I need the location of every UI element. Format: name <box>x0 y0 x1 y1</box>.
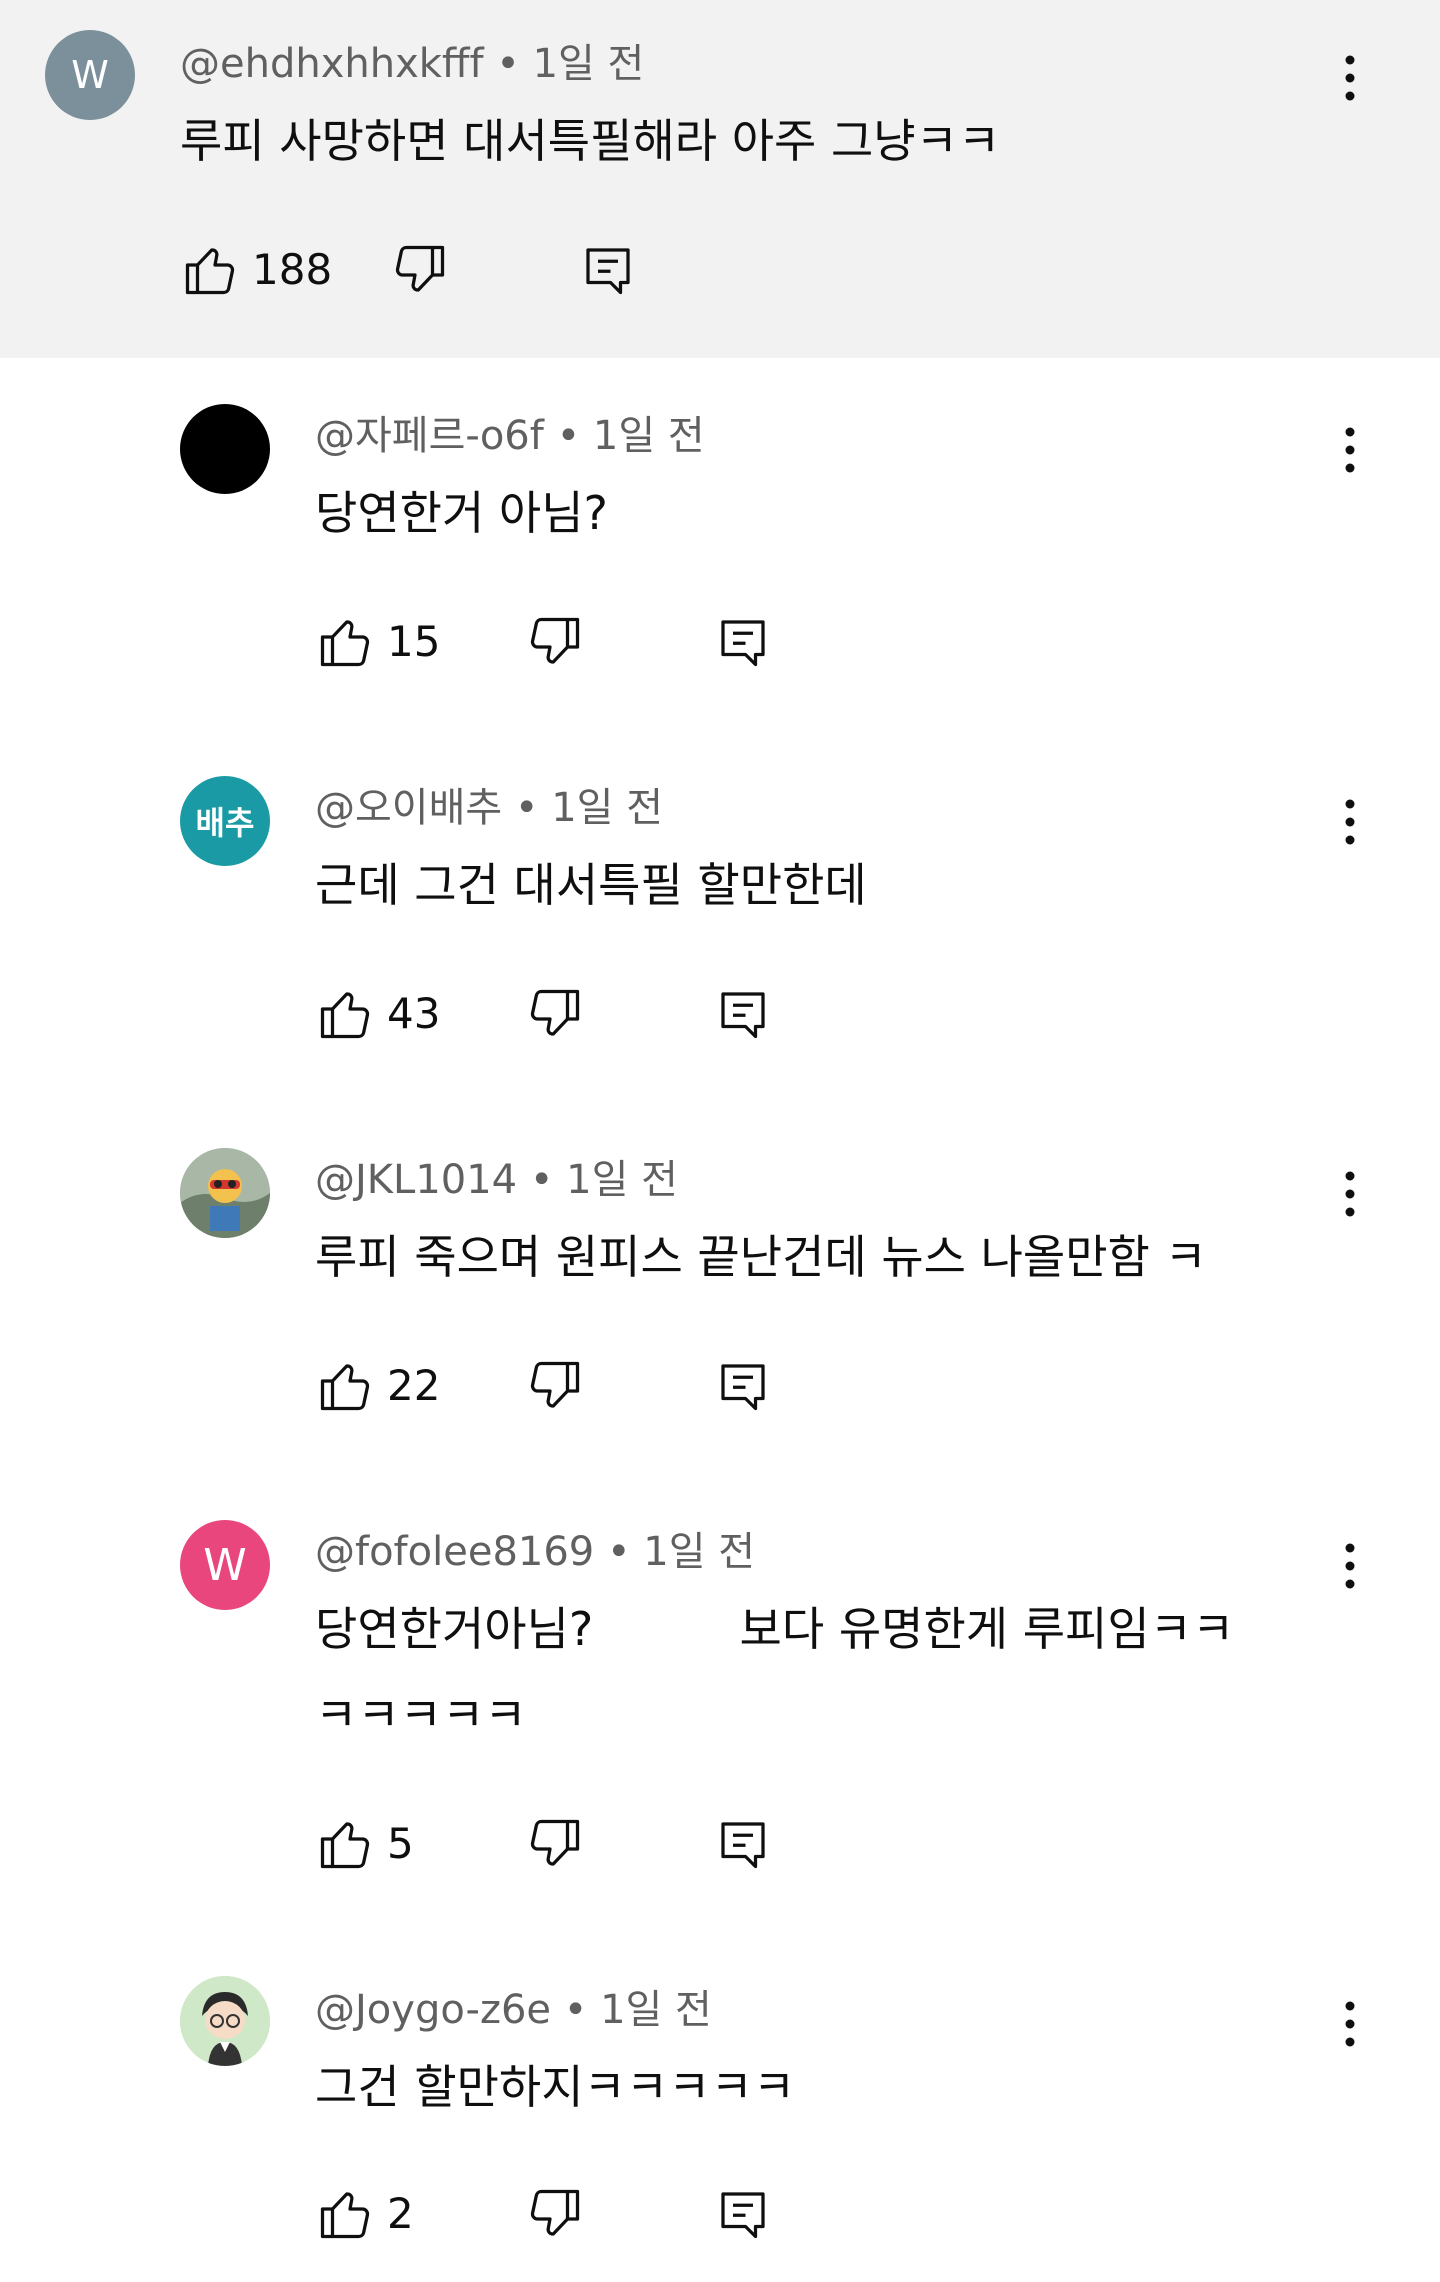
comment-time[interactable]: 1일 전 <box>593 413 705 459</box>
comment-text: 당연한거 아님? <box>315 486 608 540</box>
avatar[interactable] <box>180 1148 270 1238</box>
comment-handle[interactable]: @fofolee8169 <box>315 1529 594 1575</box>
avatar[interactable] <box>180 404 270 494</box>
like-count: 188 <box>252 245 333 294</box>
meta-separator: • <box>529 1157 554 1203</box>
like-count: 15 <box>387 617 441 666</box>
dislike-icon[interactable] <box>525 1814 585 1874</box>
like-icon[interactable] <box>180 240 240 300</box>
like-icon[interactable] <box>315 612 375 672</box>
reply-icon[interactable] <box>713 612 773 672</box>
character-avatar-icon <box>180 1976 270 2066</box>
like-count: 2 <box>387 2189 414 2238</box>
like-icon[interactable] <box>315 984 375 1044</box>
dislike-icon[interactable] <box>525 2184 585 2244</box>
character-avatar-icon <box>180 1148 270 1238</box>
avatar-text: 배추 <box>195 804 255 842</box>
comment-handle[interactable]: @오이배추 <box>315 785 502 831</box>
like-icon[interactable] <box>315 2184 375 2244</box>
avatar-letter: W <box>203 1539 247 1591</box>
like-count: 22 <box>387 1361 441 1410</box>
comment-time[interactable]: 1일 전 <box>600 1987 712 2033</box>
comment-time[interactable]: 1일 전 <box>533 41 645 87</box>
comment-time[interactable]: 1일 전 <box>643 1529 755 1575</box>
comment-meta: @자페르-o6f • 1일 전 <box>315 412 705 460</box>
meta-separator: • <box>563 1987 588 2033</box>
dislike-icon[interactable] <box>390 240 450 300</box>
dislike-icon[interactable] <box>525 984 585 1044</box>
meta-separator: • <box>514 785 539 831</box>
more-options-icon[interactable] <box>1328 792 1372 852</box>
reply-icon[interactable] <box>713 984 773 1044</box>
comment-handle[interactable]: @JKL1014 <box>315 1157 517 1203</box>
reply-icon[interactable] <box>713 1814 773 1874</box>
meta-separator: • <box>496 41 520 87</box>
like-icon[interactable] <box>315 1356 375 1416</box>
like-count: 5 <box>387 1819 414 1868</box>
comment-meta: @오이배추 • 1일 전 <box>315 784 663 832</box>
avatar[interactable] <box>180 1976 270 2066</box>
like-icon[interactable] <box>315 1814 375 1874</box>
comment-meta: @Joygo-z6e • 1일 전 <box>315 1986 712 2034</box>
comment-text: 그건 할만하지ㅋㅋㅋㅋㅋ <box>315 2060 796 2114</box>
reply-icon[interactable] <box>713 2184 773 2244</box>
comment-meta: @fofolee8169 • 1일 전 <box>315 1528 755 1576</box>
more-options-icon[interactable] <box>1328 1994 1372 2054</box>
comment-meta: @ehdhxhhxkfff • 1일 전 <box>180 40 644 88</box>
comment-handle[interactable]: @자페르-o6f <box>315 413 544 459</box>
dislike-icon[interactable] <box>525 612 585 672</box>
avatar[interactable]: W <box>45 30 135 120</box>
like-count: 43 <box>387 989 441 1038</box>
meta-separator: • <box>606 1529 631 1575</box>
comment-time[interactable]: 1일 전 <box>566 1157 678 1203</box>
comment-handle[interactable]: @Joygo-z6e <box>315 1987 551 2033</box>
more-options-icon[interactable] <box>1328 48 1372 108</box>
comment-handle[interactable]: @ehdhxhhxkfff <box>180 41 484 87</box>
meta-separator: • <box>556 413 581 459</box>
dislike-icon[interactable] <box>525 1356 585 1416</box>
more-options-icon[interactable] <box>1328 420 1372 480</box>
more-options-icon[interactable] <box>1328 1164 1372 1224</box>
avatar[interactable]: W <box>180 1520 270 1610</box>
comment-text: 당연한거아님? 보다 유명한게 루피임ㅋㅋ ㅋㅋㅋㅋㅋ <box>315 1602 1235 1742</box>
comment-meta: @JKL1014 • 1일 전 <box>315 1156 678 1204</box>
comment-text: 근데 그건 대서특필 할만한데 <box>315 858 867 912</box>
reply-icon[interactable] <box>578 240 638 300</box>
comment-text: 루피 죽으며 원피스 끝난건데 뉴스 나올만함 ㅋ <box>315 1230 1207 1284</box>
avatar-letter: W <box>71 53 109 97</box>
reply-icon[interactable] <box>713 1356 773 1416</box>
more-options-icon[interactable] <box>1328 1536 1372 1596</box>
comment-time[interactable]: 1일 전 <box>551 785 663 831</box>
comment-text: 루피 사망하면 대서특필해라 아주 그냥ㅋㅋ <box>180 114 1001 168</box>
avatar[interactable]: 배추 <box>180 776 270 866</box>
